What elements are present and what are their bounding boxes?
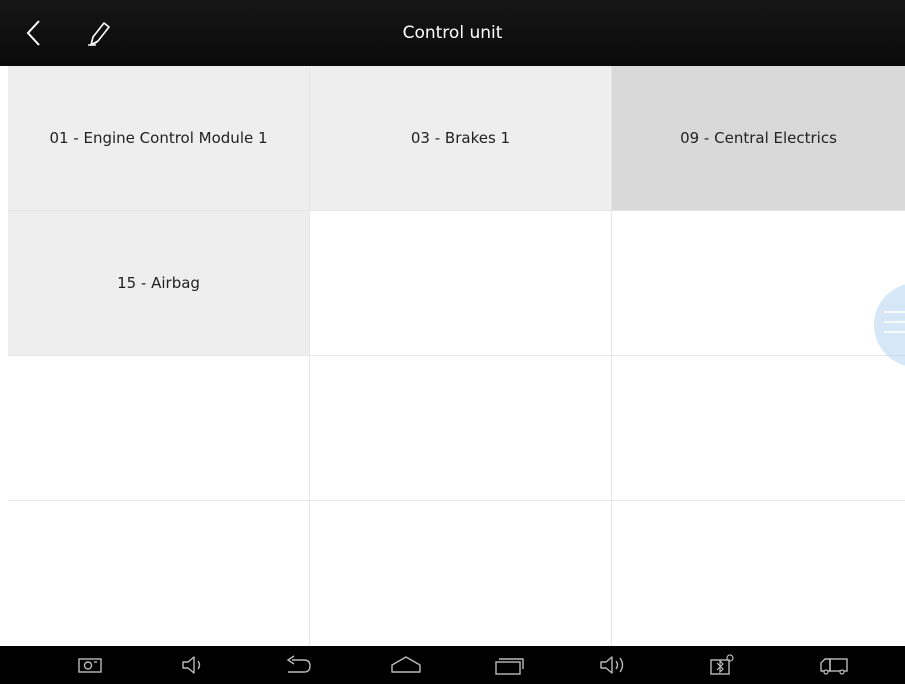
truck-mode-button[interactable]: [812, 646, 856, 684]
home-button[interactable]: [384, 646, 428, 684]
control-unit-tile[interactable]: 01 - Engine Control Module 1: [8, 66, 310, 211]
top-bar: Control unit: [0, 0, 905, 66]
vci-connection-button[interactable]: [700, 646, 744, 684]
control-unit-tile[interactable]: 03 - Brakes 1: [310, 66, 612, 211]
recent-apps-button[interactable]: [487, 646, 531, 684]
home-icon: [391, 656, 421, 673]
back-button[interactable]: [14, 12, 54, 54]
back-icon: [286, 655, 311, 673]
nav-back-button[interactable]: [276, 646, 320, 684]
empty-tile: [612, 211, 905, 356]
empty-tile: [310, 501, 612, 646]
screenshot-button[interactable]: [68, 646, 112, 684]
volume-up-button[interactable]: [591, 646, 635, 684]
volume-down-button[interactable]: [171, 646, 215, 684]
truck-icon: [820, 658, 848, 675]
empty-tile: [8, 501, 310, 646]
page-title: Control unit: [402, 23, 503, 43]
system-nav-bar: [0, 646, 905, 684]
control-unit-tile[interactable]: 15 - Airbag: [8, 211, 310, 356]
control-unit-grid: 01 - Engine Control Module 1 03 - Brakes…: [8, 66, 905, 646]
volume-down-icon: [182, 656, 201, 674]
edit-button[interactable]: [78, 12, 118, 54]
screenshot-icon: [78, 658, 102, 673]
chevron-left-icon: [26, 20, 40, 46]
empty-tile: [612, 356, 905, 501]
volume-up-icon: [600, 656, 624, 674]
app-window: Control unit 01 - Engine Control Module …: [0, 0, 905, 684]
empty-tile: [612, 501, 905, 646]
empty-tile: [310, 356, 612, 501]
empty-tile: [310, 211, 612, 356]
control-unit-tile-selected[interactable]: 09 - Central Electrics: [612, 66, 905, 211]
empty-tile: [8, 356, 310, 501]
vci-bluetooth-icon: [710, 654, 734, 675]
pencil-icon: [88, 22, 110, 46]
recent-apps-icon: [495, 658, 524, 675]
